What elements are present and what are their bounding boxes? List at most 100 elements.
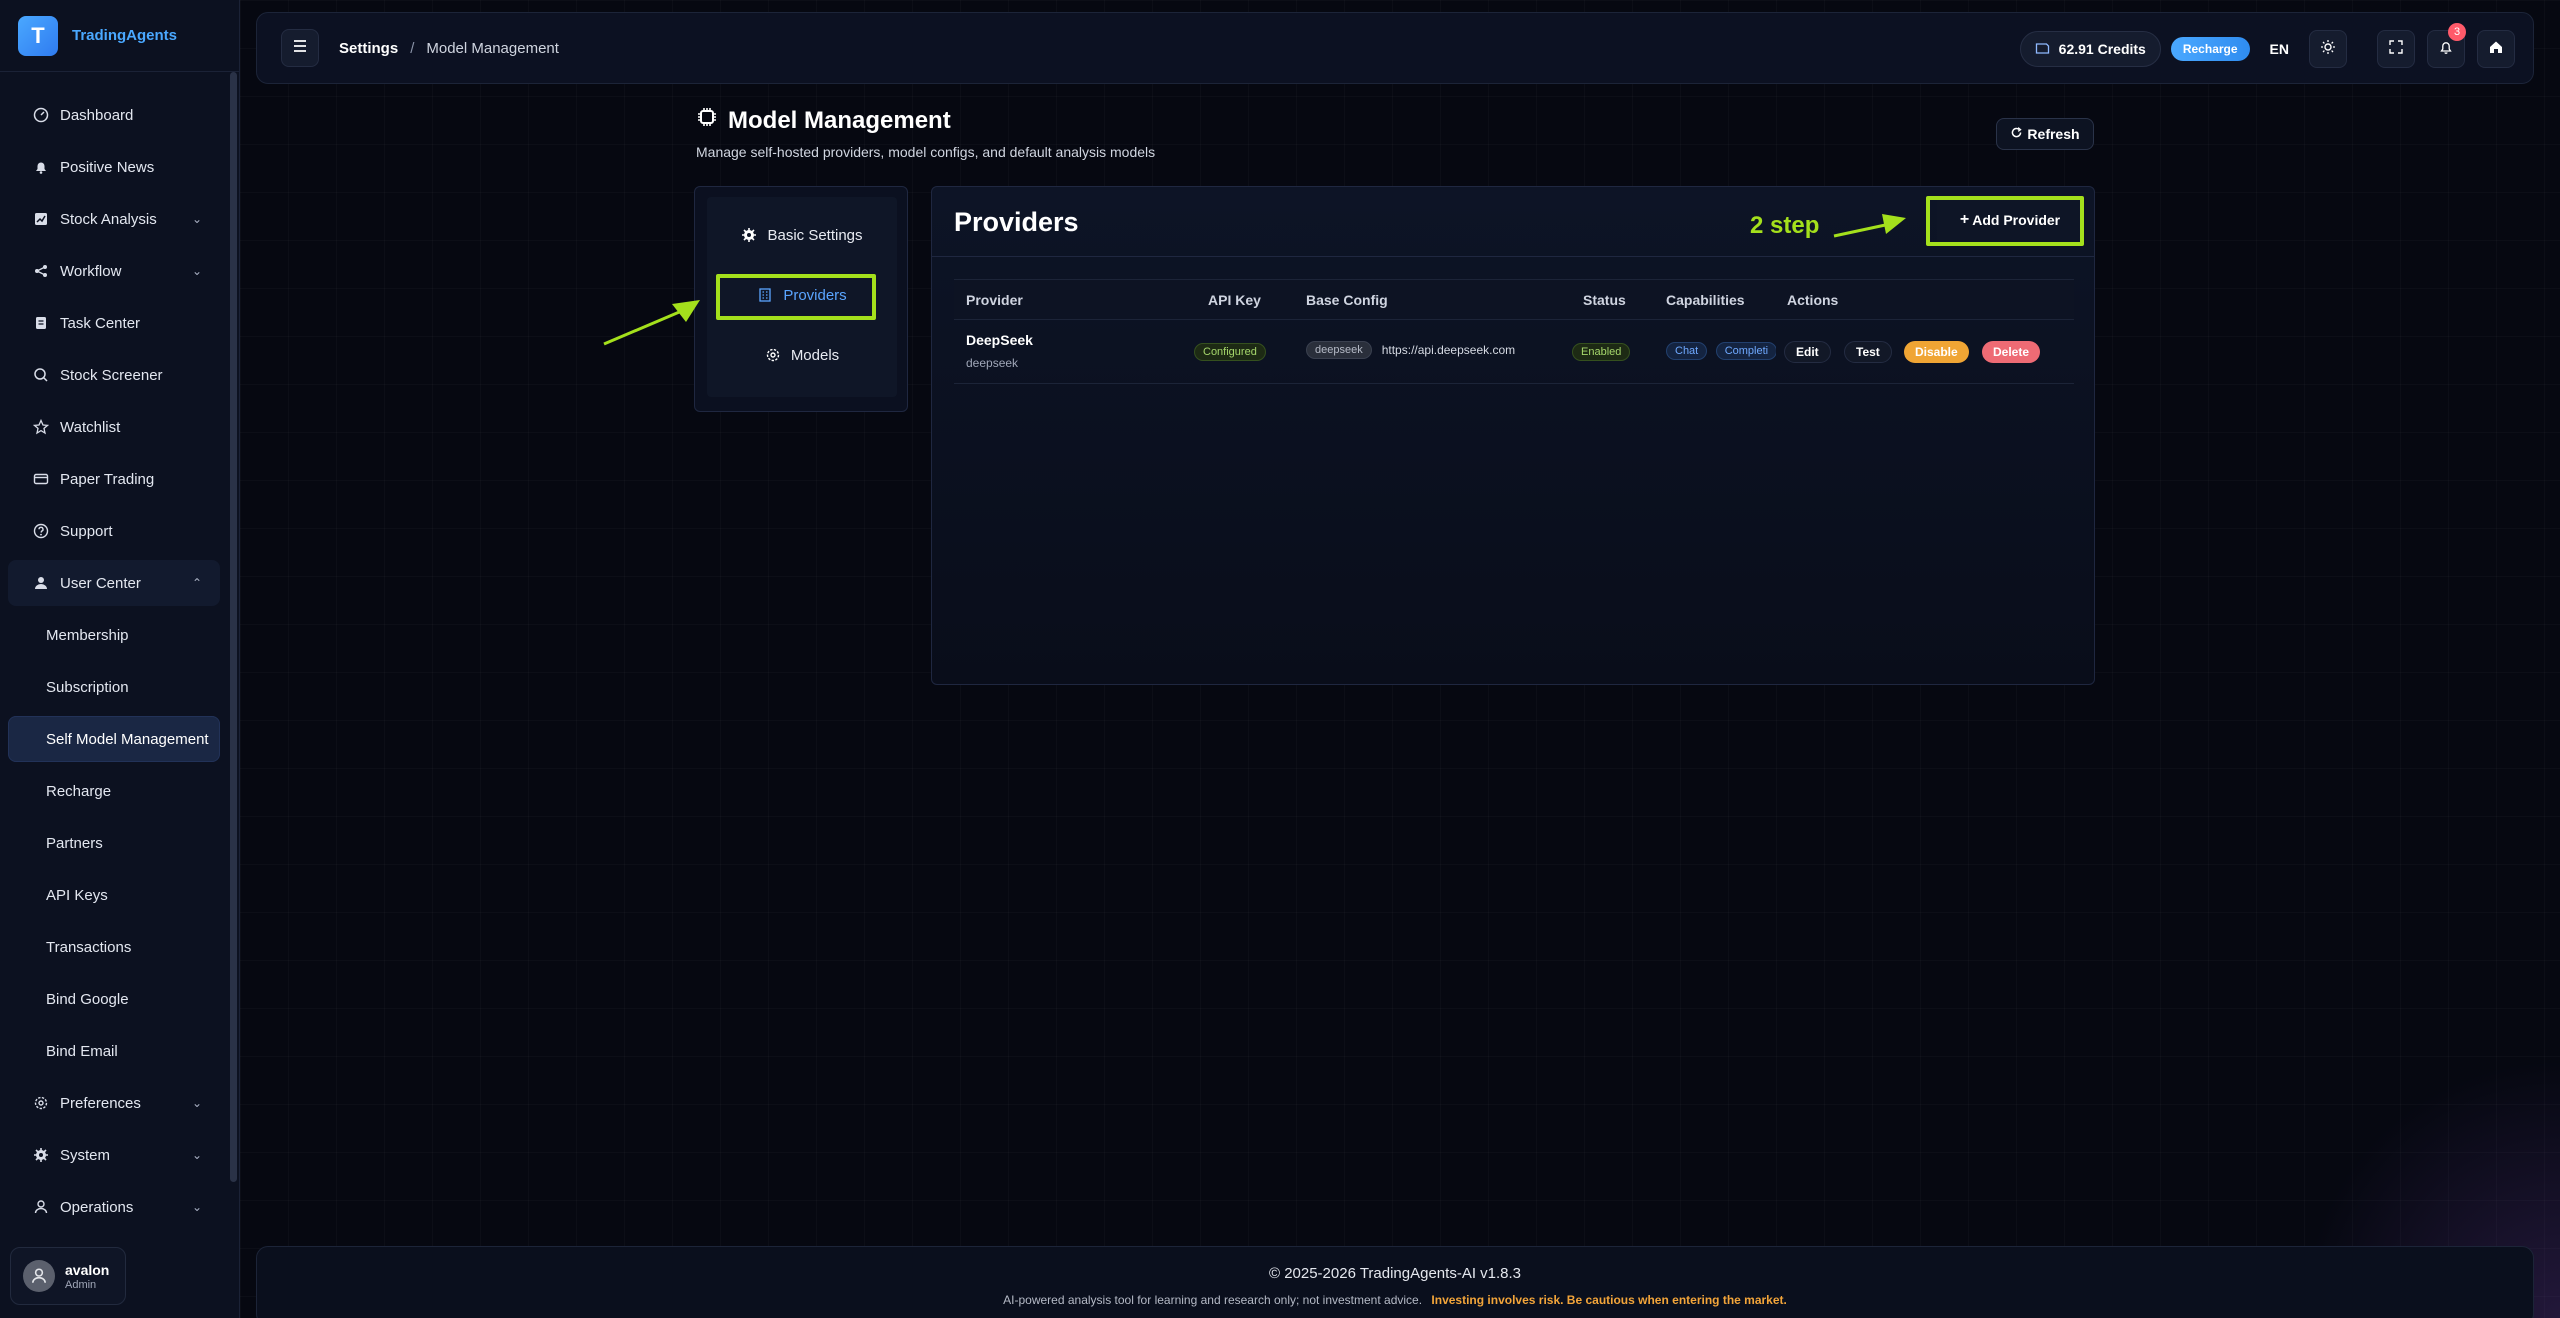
avatar bbox=[23, 1260, 55, 1292]
brand[interactable]: T TradingAgents bbox=[0, 0, 239, 72]
test-button[interactable]: Test bbox=[1844, 341, 1892, 363]
sidebar-item-label: Watchlist bbox=[60, 418, 121, 436]
sidebar-item-label: Membership bbox=[46, 626, 129, 644]
sidebar-item-label: System bbox=[60, 1146, 111, 1164]
sidebar-scroll-thumb[interactable] bbox=[230, 72, 237, 1182]
refresh-icon bbox=[2010, 126, 2023, 142]
dashboard-icon bbox=[32, 106, 50, 124]
chart-icon bbox=[32, 210, 50, 228]
sidebar-item-label: Dashboard bbox=[60, 106, 134, 124]
table-row: DeepSeek deepseek Configured deepseek ht… bbox=[954, 320, 2074, 384]
sidebar-item-support[interactable]: Support bbox=[8, 508, 220, 554]
sidebar-item-preferences[interactable]: Preferences ⌄ bbox=[8, 1080, 220, 1126]
sidebar-item-label: Paper Trading bbox=[60, 470, 155, 488]
sidebar-item-label: Partners bbox=[46, 834, 103, 852]
breadcrumb: Settings / Model Management bbox=[339, 40, 559, 57]
disable-button[interactable]: Disable bbox=[1904, 341, 1969, 363]
sidebar-item-recharge[interactable]: Recharge bbox=[8, 768, 220, 814]
providers-title: Providers bbox=[954, 207, 1079, 237]
edit-button[interactable]: Edit bbox=[1784, 341, 1831, 363]
card-icon bbox=[32, 470, 50, 488]
gear-icon bbox=[741, 227, 757, 243]
brand-name: TradingAgents bbox=[72, 27, 178, 44]
sidebar-item-label: Subscription bbox=[46, 678, 129, 696]
theme-toggle-button[interactable] bbox=[2309, 30, 2347, 68]
sidebar-item-membership[interactable]: Membership bbox=[8, 612, 220, 658]
refresh-button[interactable]: Refresh bbox=[1996, 118, 2094, 150]
sidebar-item-bind-google[interactable]: Bind Google bbox=[8, 976, 220, 1022]
menu-toggle-button[interactable] bbox=[281, 29, 319, 67]
sidebar-item-label: Stock Screener bbox=[60, 366, 163, 384]
sidebar-nav: Dashboard Positive News Stock Analysis ⌄… bbox=[8, 92, 220, 1236]
sidebar-item-task-center[interactable]: Task Center bbox=[8, 300, 220, 346]
refresh-label: Refresh bbox=[2027, 126, 2080, 142]
sidebar-item-watchlist[interactable]: Watchlist bbox=[8, 404, 220, 450]
sidebar: T TradingAgents Dashboard Positive News … bbox=[0, 0, 240, 1318]
sidebar-item-label: Workflow bbox=[60, 262, 122, 280]
sidebar-scrollbar[interactable] bbox=[228, 72, 238, 1182]
breadcrumb-separator: / bbox=[410, 39, 415, 57]
sidebar-item-label: Self Model Management bbox=[46, 730, 209, 748]
notification-badge: 3 bbox=[2448, 23, 2466, 41]
sidebar-item-bind-email[interactable]: Bind Email bbox=[8, 1028, 220, 1074]
sidebar-item-label: Bind Email bbox=[46, 1042, 118, 1060]
sidebar-item-workflow[interactable]: Workflow ⌄ bbox=[8, 248, 220, 294]
breadcrumb-current: Model Management bbox=[426, 39, 559, 57]
sidebar-item-label: Recharge bbox=[46, 782, 112, 800]
providers-table: Provider API Key Base Config Status Capa… bbox=[954, 279, 2074, 384]
sidebar-item-paper-trading[interactable]: Paper Trading bbox=[8, 456, 220, 502]
sidebar-item-label: API Keys bbox=[46, 886, 108, 904]
annotation-arrow-1 bbox=[603, 300, 700, 346]
credits-balance[interactable]: 62.91 Credits bbox=[2019, 31, 2161, 67]
page-subtitle: Manage self-hosted providers, model conf… bbox=[696, 144, 1156, 160]
settings-icon bbox=[32, 1094, 50, 1112]
chevron-down-icon: ⌄ bbox=[191, 264, 202, 278]
sidebar-item-operations[interactable]: Operations ⌄ bbox=[8, 1184, 220, 1230]
delete-button[interactable]: Delete bbox=[1982, 341, 2041, 363]
footer-warning: Investing involves risk. Be cautious whe… bbox=[1431, 1293, 1787, 1307]
sidebar-item-stock-screener[interactable]: Stock Screener bbox=[8, 352, 220, 398]
sidebar-item-label: Operations bbox=[60, 1198, 134, 1216]
annotation-step-label: 2 step bbox=[1750, 212, 1820, 239]
status-badge: Enabled bbox=[1572, 343, 1631, 361]
provider-code: deepseek bbox=[966, 356, 1019, 370]
star-icon bbox=[32, 418, 50, 436]
sidebar-item-stock-analysis[interactable]: Stock Analysis ⌄ bbox=[8, 196, 220, 242]
sidebar-item-system[interactable]: System ⌄ bbox=[8, 1132, 220, 1178]
sidebar-item-label: Transactions bbox=[46, 938, 132, 956]
sidebar-item-api-keys[interactable]: API Keys bbox=[8, 872, 220, 918]
footer-copyright: © 2025-2026 TradingAgents-AI v1.8.3 bbox=[1268, 1265, 1522, 1282]
sidebar-item-dashboard[interactable]: Dashboard bbox=[8, 92, 220, 138]
user-icon bbox=[32, 574, 50, 592]
page-title: Model Management bbox=[696, 106, 951, 135]
language-switch[interactable]: EN bbox=[2270, 41, 2289, 57]
sidebar-item-user-center[interactable]: User Center ⌃ bbox=[8, 560, 220, 606]
sidebar-item-subscription[interactable]: Subscription bbox=[8, 664, 220, 710]
notifications-button[interactable]: 3 bbox=[2427, 23, 2466, 68]
home-button[interactable] bbox=[2477, 30, 2515, 68]
sidebar-item-label: Stock Analysis bbox=[60, 210, 157, 228]
fullscreen-button[interactable] bbox=[2377, 30, 2415, 68]
subnav-models[interactable]: Models bbox=[707, 334, 897, 376]
sidebar-item-label: Support bbox=[60, 522, 113, 540]
sidebar-item-label: Bind Google bbox=[46, 990, 129, 1008]
sidebar-item-transactions[interactable]: Transactions bbox=[8, 924, 220, 970]
breadcrumb-settings[interactable]: Settings bbox=[339, 40, 398, 57]
page-title-text: Model Management bbox=[728, 106, 951, 134]
annotation-highlight-providers bbox=[716, 274, 876, 320]
sidebar-item-positive-news[interactable]: Positive News bbox=[8, 144, 220, 190]
chevron-down-icon: ⌄ bbox=[191, 212, 202, 226]
col-base-config: Base Config bbox=[1306, 292, 1388, 308]
subnav-basic-settings[interactable]: Basic Settings bbox=[707, 214, 897, 256]
provider-name: DeepSeek bbox=[966, 332, 1033, 348]
wallet-icon bbox=[2035, 41, 2051, 58]
user-card[interactable]: avalon Admin bbox=[10, 1247, 126, 1305]
recharge-button[interactable]: Recharge bbox=[2170, 37, 2250, 61]
gear-icon bbox=[32, 1146, 50, 1164]
col-api-key: API Key bbox=[1208, 292, 1261, 308]
chevron-down-icon: ⌄ bbox=[191, 1200, 202, 1214]
sidebar-item-partners[interactable]: Partners bbox=[8, 820, 220, 866]
base-config-tag: deepseek bbox=[1306, 341, 1372, 359]
sidebar-item-self-model-management[interactable]: Self Model Management bbox=[8, 716, 220, 762]
user-role: Admin bbox=[65, 1278, 97, 1291]
